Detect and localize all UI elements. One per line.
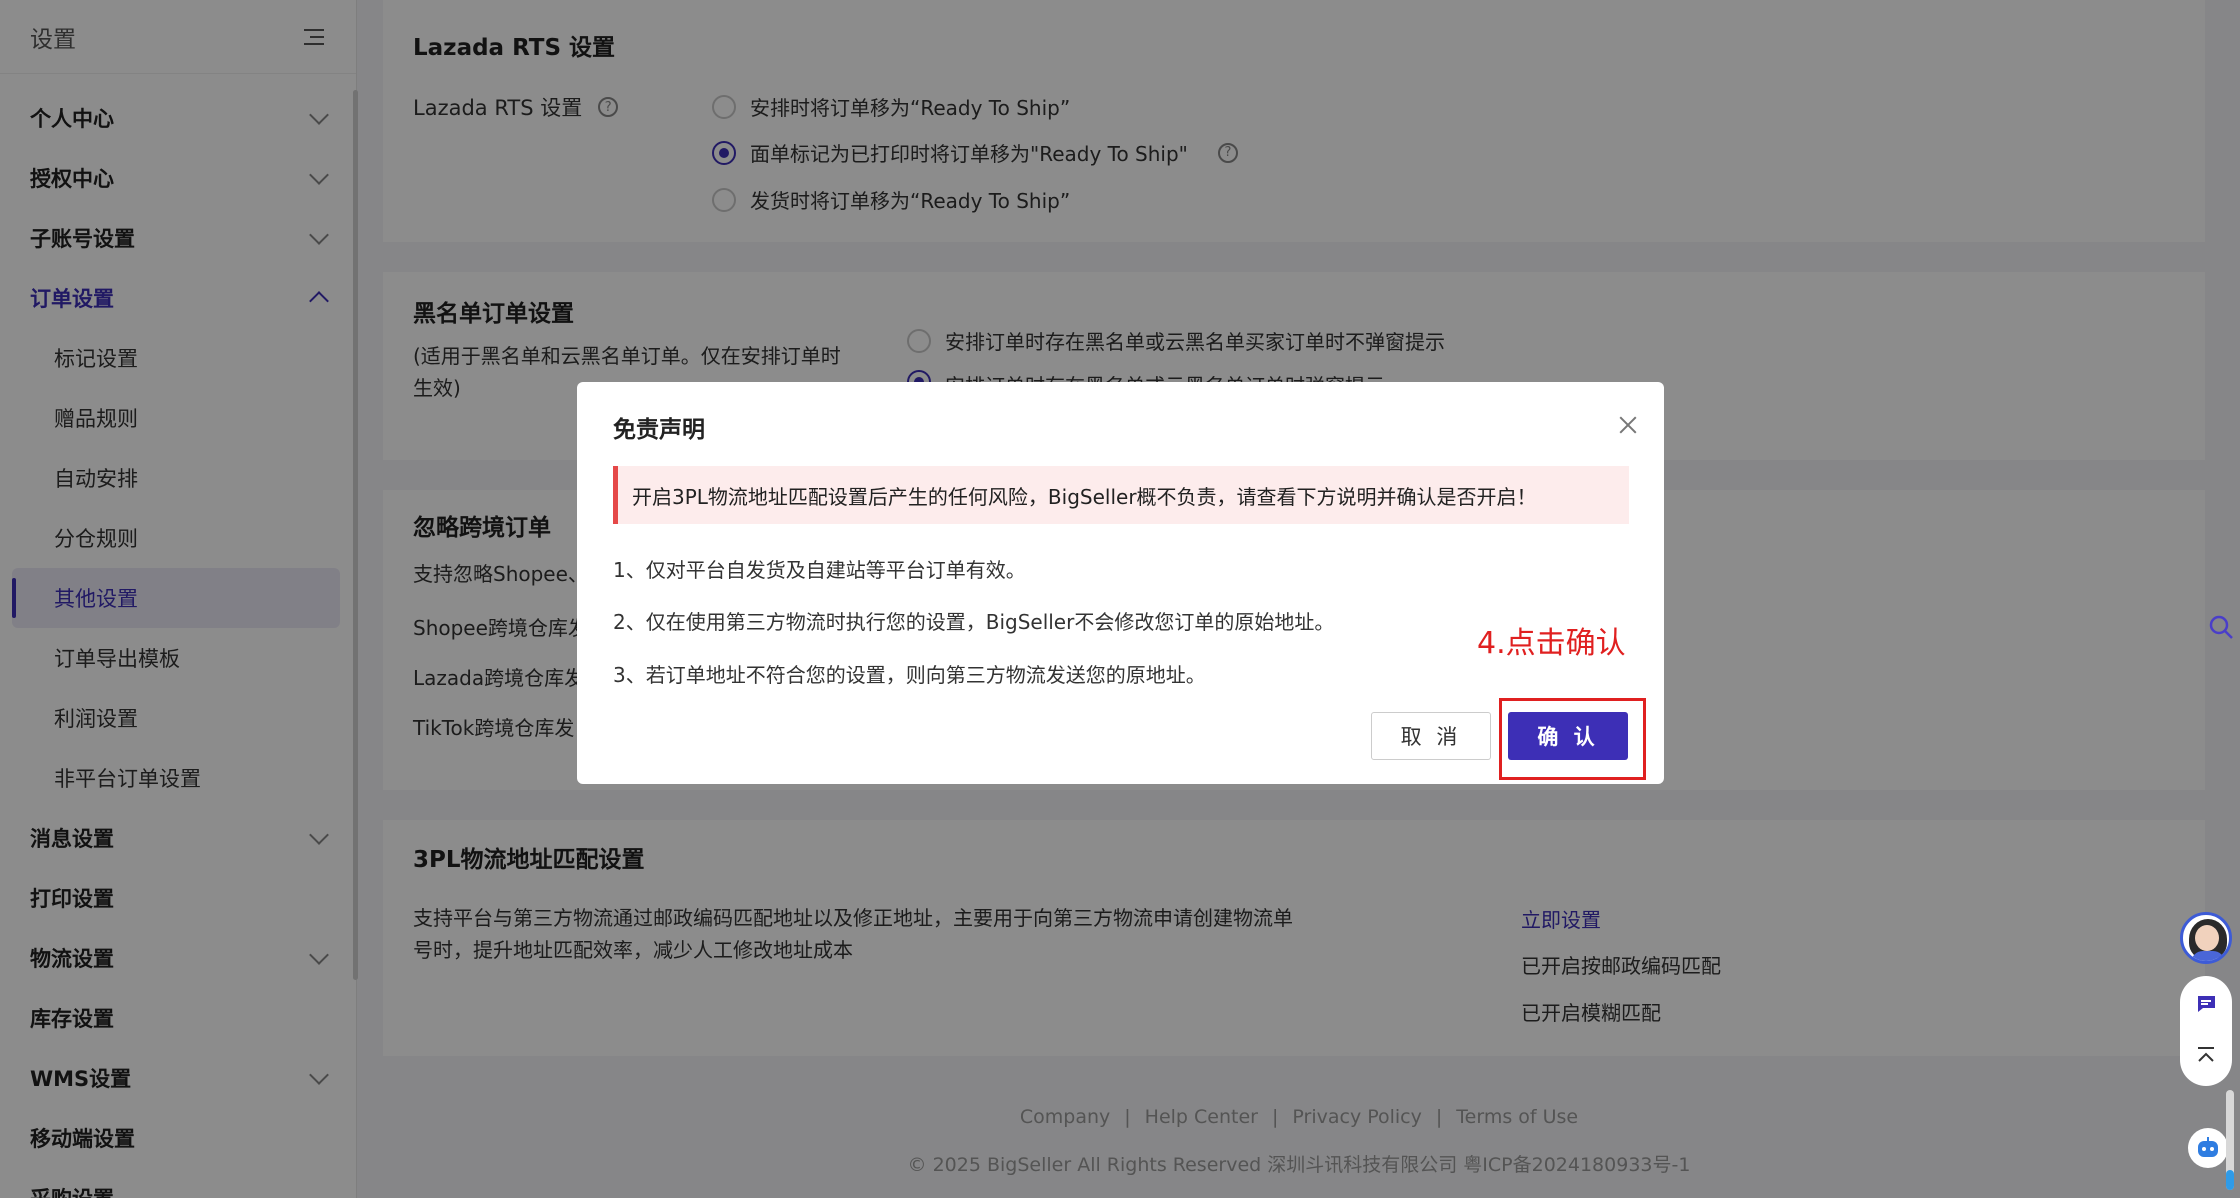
cancel-button[interactable]: 取 消	[1371, 712, 1491, 760]
annotation-highlight-box	[1499, 698, 1646, 780]
disclaimer-dialog: 免责声明 开启3PL物流地址匹配设置后产生的任何风险，BigSeller概不负责…	[577, 382, 1664, 784]
support-avatar[interactable]	[2180, 912, 2232, 964]
annotation-text: 4.点击确认	[1477, 626, 1626, 661]
dialog-alert: 开启3PL物流地址匹配设置后产生的任何风险，BigSeller概不负责，请查看下…	[613, 466, 1629, 524]
chat-icon[interactable]	[2192, 990, 2220, 1018]
page-scrollbar[interactable]	[2226, 1090, 2234, 1190]
dialog-line: 2、仅在使用第三方物流时执行您的设置，BigSeller不会修改您订单的原始地址…	[613, 610, 1335, 634]
search-icon[interactable]	[2208, 614, 2234, 640]
floating-tool-panel	[2180, 976, 2232, 1086]
dialog-line: 1、仅对平台自发货及自建站等平台订单有效。	[613, 558, 1026, 582]
dialog-line: 3、若订单地址不符合您的设置，则向第三方物流发送您的原地址。	[613, 663, 1206, 687]
close-icon[interactable]	[1617, 414, 1639, 436]
back-to-top-icon[interactable]	[2192, 1042, 2220, 1070]
assistant-bot-icon[interactable]	[2188, 1128, 2228, 1168]
dialog-title: 免责声明	[613, 417, 705, 443]
